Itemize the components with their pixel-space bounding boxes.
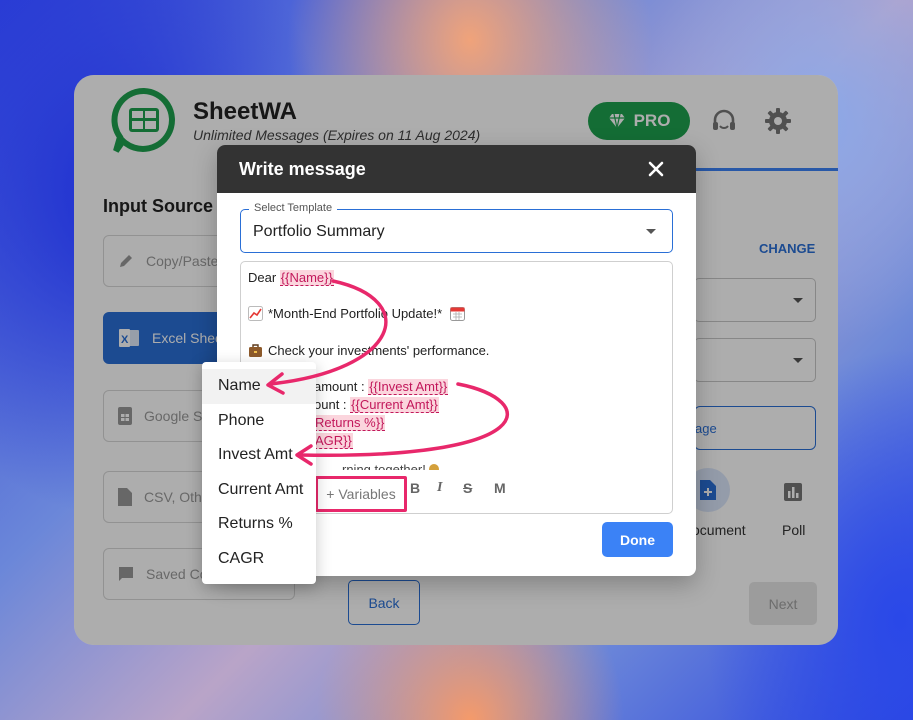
done-button[interactable]: Done bbox=[602, 522, 673, 557]
variable-option-phone[interactable]: Phone bbox=[202, 404, 316, 439]
add-variables-button[interactable]: + Variables bbox=[315, 476, 407, 512]
template-select-value: Portfolio Summary bbox=[253, 223, 385, 240]
strikethrough-button[interactable]: S bbox=[463, 480, 472, 496]
monospace-button[interactable]: M bbox=[494, 480, 506, 496]
variable-option-cagr[interactable]: CAGR bbox=[202, 542, 316, 577]
calendar-icon bbox=[449, 307, 465, 321]
moneybag-icon bbox=[429, 464, 440, 470]
message-line-returns: Returns %}} bbox=[314, 415, 386, 431]
briefcase-icon bbox=[249, 344, 262, 357]
bold-button[interactable]: B bbox=[410, 480, 420, 496]
message-line-invest: amount : {{Invest Amt}} bbox=[314, 379, 449, 395]
variable-invest-amt-tag: {{Invest Amt}} bbox=[368, 379, 449, 395]
dialog-title: Write message bbox=[239, 159, 366, 179]
message-line-current: ount : {{Current Amt}} bbox=[314, 397, 439, 413]
chevron-down-icon bbox=[646, 229, 656, 234]
variable-name-tag: {{Name}} bbox=[279, 270, 334, 286]
template-select[interactable]: Select Template Portfolio Summary bbox=[240, 202, 673, 253]
chart-increasing-icon bbox=[248, 306, 263, 321]
dialog-header: Write message bbox=[217, 145, 696, 193]
variable-returns-tag: Returns %}} bbox=[314, 415, 386, 431]
variable-cagr-tag: AGR}} bbox=[314, 433, 353, 449]
message-line-greeting: Dear {{Name}} bbox=[248, 270, 334, 286]
message-line-partial: rning together! bbox=[342, 462, 440, 470]
variable-option-name[interactable]: Name bbox=[202, 369, 316, 404]
variable-option-returns[interactable]: Returns % bbox=[202, 507, 316, 542]
italic-button[interactable]: I bbox=[437, 480, 442, 496]
message-line-check: Check your investments' performance. bbox=[248, 343, 489, 358]
variable-option-invest-amt[interactable]: Invest Amt bbox=[202, 438, 316, 473]
template-select-label: Select Template bbox=[249, 202, 338, 214]
variable-option-current-amt[interactable]: Current Amt bbox=[202, 473, 316, 508]
message-line-update: *Month-End Portfolio Update!* bbox=[248, 306, 470, 321]
variables-menu: Name Phone Invest Amt Current Amt Return… bbox=[202, 362, 316, 584]
variable-current-amt-tag: {{Current Amt}} bbox=[350, 397, 439, 413]
message-line-cagr: AGR}} bbox=[314, 433, 353, 449]
close-icon[interactable] bbox=[646, 159, 666, 179]
